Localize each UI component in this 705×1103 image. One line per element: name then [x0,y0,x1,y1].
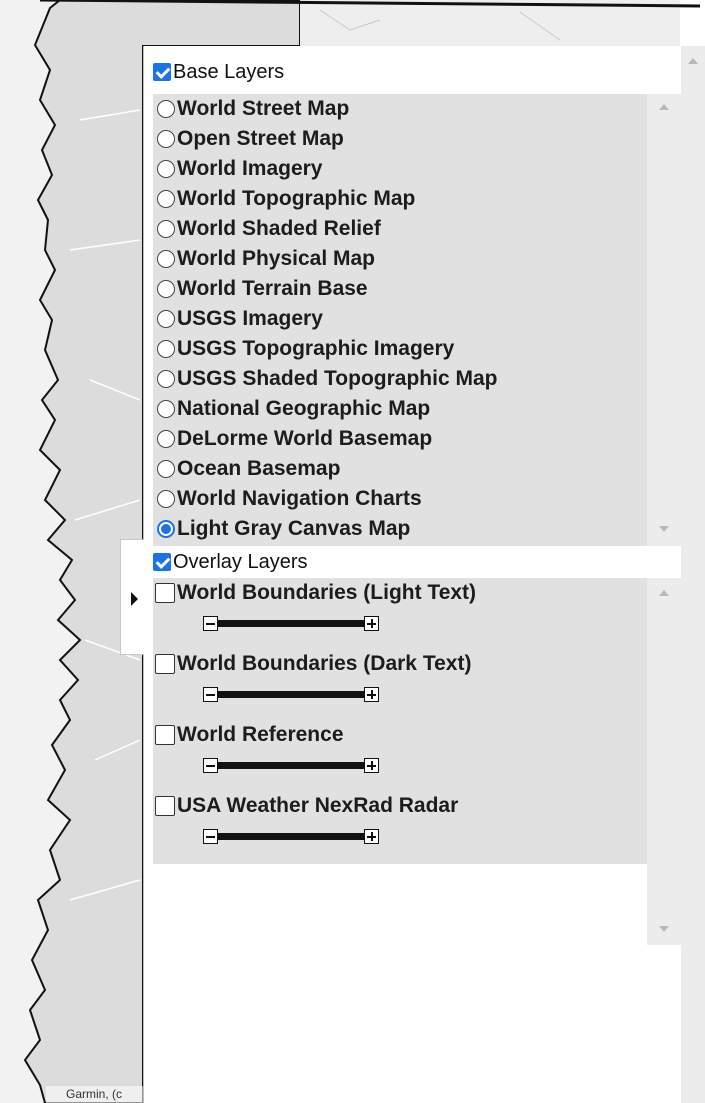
overlay-layers-list: World Boundaries (Light Text) World Bound… [153,578,647,864]
overlay-layer-checkbox[interactable] [155,796,175,816]
radio-button[interactable] [157,310,175,328]
radio-button[interactable] [157,190,175,208]
overlay-layers-header[interactable]: Overlay Layers [153,547,681,577]
base-layer-option[interactable]: World Physical Map [153,244,647,274]
radio-button[interactable] [157,160,175,178]
radio-button[interactable] [157,250,175,268]
opacity-slider[interactable] [218,691,364,698]
base-layer-label: Ocean Basemap [177,457,341,480]
overlay-layer-item: World Reference [153,720,647,791]
base-layer-label: USGS Imagery [177,307,323,330]
base-layer-option[interactable]: Open Street Map [153,124,647,154]
base-layer-option[interactable]: World Topographic Map [153,184,647,214]
opacity-slider[interactable] [218,620,364,627]
overlay-layer-toggle[interactable]: World Boundaries (Light Text) [155,578,476,608]
base-layer-label: National Geographic Map [177,397,431,420]
radio-button[interactable] [157,100,175,118]
overlay-layer-checkbox[interactable] [155,725,175,745]
base-layers-scrollbar[interactable] [647,94,681,546]
opacity-control [203,829,379,844]
overlay-layer-label: World Boundaries (Light Text) [177,581,477,604]
base-layer-option[interactable]: World Street Map [153,94,647,124]
base-layers-label: Base Layers [173,60,285,83]
radio-button[interactable] [157,130,175,148]
base-layer-label: World Topographic Map [177,187,416,210]
base-layer-label: World Physical Map [177,247,375,270]
overlay-layers-scrollbar[interactable] [647,578,681,945]
radio-button[interactable] [157,490,175,508]
overlay-layer-label: World Reference [177,723,344,746]
arrow-down-icon[interactable] [659,926,669,932]
overlay-layer-toggle[interactable]: USA Weather NexRad Radar [155,791,458,821]
minus-icon[interactable] [203,829,218,844]
opacity-control [203,616,379,631]
overlay-layer-checkbox[interactable] [155,583,175,603]
opacity-control [203,687,379,702]
radio-button[interactable] [157,400,175,418]
base-layer-label: World Imagery [177,157,323,180]
base-layer-option[interactable]: Ocean Basemap [153,454,647,484]
arrow-up-icon[interactable] [659,590,669,596]
base-layers-checkbox[interactable] [153,63,171,81]
base-layer-label: World Navigation Charts [177,487,422,510]
arrow-down-icon[interactable] [659,526,669,532]
panel-scrollbar[interactable] [681,46,705,1103]
radio-button[interactable] [157,280,175,298]
map-attribution: Garmin, (c [46,1086,156,1103]
overlay-layers-checkbox[interactable] [153,553,171,571]
minus-icon[interactable] [203,687,218,702]
opacity-slider[interactable] [218,762,364,769]
base-layer-option[interactable]: USGS Shaded Topographic Map [153,364,647,394]
minus-icon[interactable] [203,616,218,631]
base-layer-label: World Street Map [177,97,350,120]
base-layer-option[interactable]: World Imagery [153,154,647,184]
overlay-layer-item: World Boundaries (Dark Text) [153,649,647,720]
overlay-layer-checkbox[interactable] [155,654,175,674]
base-layer-label: USGS Topographic Imagery [177,337,455,360]
base-layer-option[interactable]: DeLorme World Basemap [153,424,647,454]
base-layer-option[interactable]: World Terrain Base [153,274,647,304]
radio-button[interactable] [157,220,175,238]
plus-icon[interactable] [364,829,379,844]
overlay-layer-item: World Boundaries (Light Text) [153,578,647,649]
base-layer-option[interactable]: Light Gray Canvas Map [153,514,647,544]
plus-icon[interactable] [364,687,379,702]
base-layers-header[interactable]: Base Layers [153,57,681,87]
base-layer-option[interactable]: World Shaded Relief [153,214,647,244]
opacity-control [203,758,379,773]
chevron-right-icon [131,592,138,606]
overlay-layer-toggle[interactable]: World Reference [155,720,344,750]
overlay-layer-label: USA Weather NexRad Radar [177,794,459,817]
overlay-layer-toggle[interactable]: World Boundaries (Dark Text) [155,649,471,679]
arrow-up-icon[interactable] [688,58,698,64]
base-layer-option[interactable]: USGS Imagery [153,304,647,334]
plus-icon[interactable] [364,616,379,631]
opacity-slider[interactable] [218,833,364,840]
radio-button[interactable] [157,340,175,358]
radio-button[interactable] [157,520,175,538]
plus-icon[interactable] [364,758,379,773]
radio-button[interactable] [157,460,175,478]
base-layer-label: Light Gray Canvas Map [177,517,411,540]
arrow-up-icon[interactable] [659,104,669,110]
radio-button[interactable] [157,430,175,448]
base-layer-label: World Shaded Relief [177,217,381,240]
base-layer-option[interactable]: USGS Topographic Imagery [153,334,647,364]
minus-icon[interactable] [203,758,218,773]
base-layer-label: DeLorme World Basemap [177,427,433,450]
overlay-layer-item: USA Weather NexRad Radar [153,791,647,862]
radio-button[interactable] [157,370,175,388]
base-layer-label: World Terrain Base [177,277,368,300]
base-layer-label: USGS Shaded Topographic Map [177,367,498,390]
overlay-layers-label: Overlay Layers [173,550,308,573]
base-layer-label: Open Street Map [177,127,344,150]
base-layers-list: World Street Map Open Street Map World Ima… [153,94,647,546]
base-layer-option[interactable]: World Navigation Charts [153,484,647,514]
collapse-panel-button[interactable] [120,539,144,655]
overlay-layer-label: World Boundaries (Dark Text) [177,652,472,675]
base-layer-option[interactable]: National Geographic Map [153,394,647,424]
